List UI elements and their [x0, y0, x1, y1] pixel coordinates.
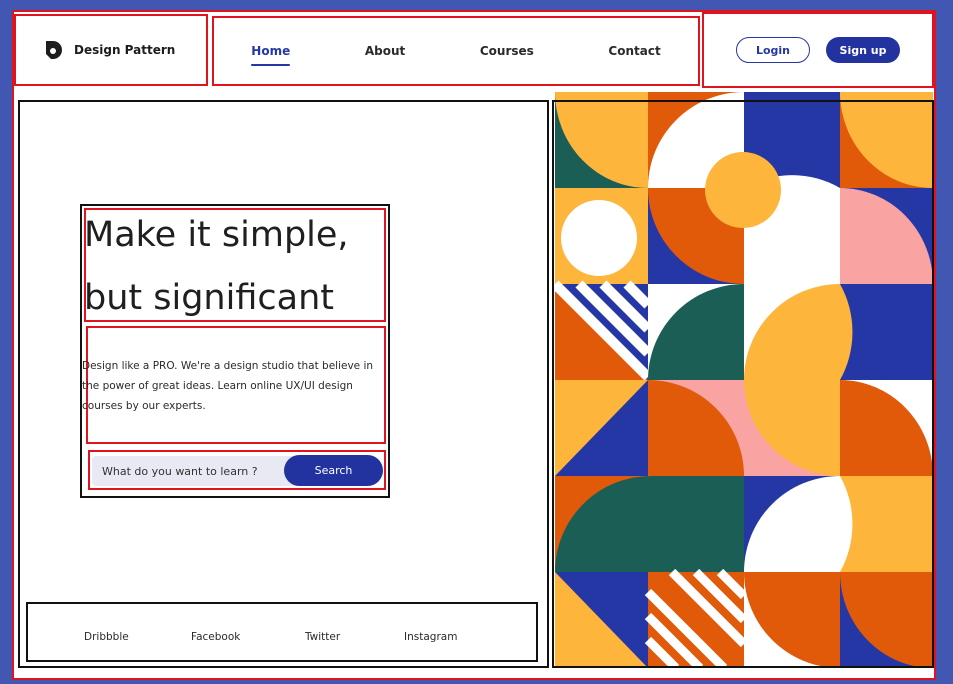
nav-courses[interactable]: Courses	[480, 44, 534, 58]
nav-about[interactable]: About	[365, 44, 405, 58]
social-twitter[interactable]: Twitter	[305, 631, 340, 643]
search-button[interactable]: Search	[284, 455, 383, 486]
social-links: Dribbble Facebook Twitter Instagram	[26, 602, 538, 662]
logo-text: Design Pattern	[74, 43, 176, 57]
login-button[interactable]: Login	[736, 37, 810, 63]
logo-mark-icon	[46, 41, 62, 59]
hero-description: Design like a PRO. We're a design studio…	[82, 360, 374, 412]
search-input[interactable]	[92, 456, 312, 486]
social-facebook[interactable]: Facebook	[191, 631, 240, 643]
social-dribbble[interactable]: Dribbble	[84, 631, 129, 643]
nav-contact[interactable]: Contact	[608, 44, 660, 58]
hero-title: Make it simple, but significant	[84, 204, 404, 330]
hero-title-line-2: but significant	[84, 278, 334, 318]
nav-home[interactable]: Home	[251, 44, 290, 66]
signup-button[interactable]: Sign up	[826, 37, 900, 63]
main-nav: Home About Courses Contact	[212, 16, 700, 86]
auth-buttons: Login Sign up	[702, 12, 934, 88]
art-panel	[552, 100, 934, 668]
social-instagram[interactable]: Instagram	[404, 631, 457, 643]
logo[interactable]: Design Pattern	[14, 14, 208, 86]
hero-title-line-1: Make it simple,	[84, 215, 349, 255]
